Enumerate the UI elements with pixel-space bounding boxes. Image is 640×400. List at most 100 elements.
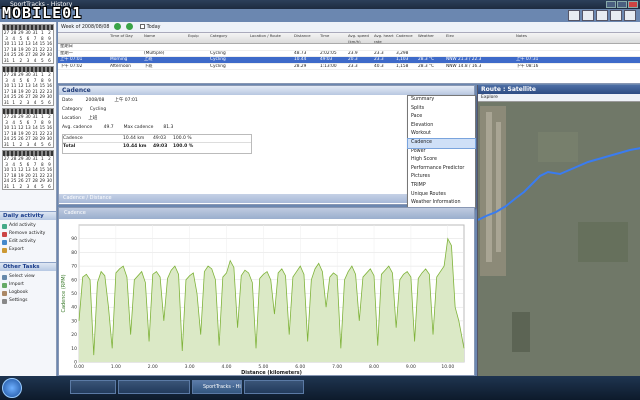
chart-view-icon[interactable] [596, 10, 608, 21]
table-cell [108, 51, 142, 57]
calendar-day[interactable]: 1 [10, 58, 17, 64]
calendar-day[interactable]: 5 [39, 142, 46, 148]
calendar-day[interactable]: 2 [17, 100, 24, 106]
settings-link[interactable]: Settings [2, 297, 56, 305]
calendar-day[interactable]: 1 [10, 184, 17, 190]
calendar-day[interactable]: 4 [32, 100, 39, 106]
calendar-day[interactable]: 3 [24, 100, 31, 106]
menu-item-unique-routes[interactable]: Unique Routes [408, 191, 475, 200]
calendar-day[interactable]: 6 [46, 100, 53, 106]
calendar-day[interactable]: 4 [32, 58, 39, 64]
maximize-button[interactable] [617, 1, 627, 8]
calendar-day[interactable]: 4 [32, 184, 39, 190]
calendar-day[interactable]: 5 [39, 184, 46, 190]
taskbar-item[interactable] [118, 380, 190, 394]
calendar-day[interactable]: 5 [39, 100, 46, 106]
menu-item-elevation[interactable]: Elevation [408, 122, 475, 131]
table-cell: 40.3 [374, 63, 384, 69]
calendar-day[interactable]: 31 [3, 142, 10, 148]
calendar-grid[interactable]: 27 28 29 30 31 1 2 3 4 5 6 7 8 9 10 11 12 13 14 15 16 17 18 19 2… [3, 72, 53, 105]
column-header[interactable]: Cadence [394, 33, 416, 43]
options-icon[interactable] [624, 10, 636, 21]
menu-item-power[interactable]: Power [408, 148, 475, 157]
calendar-month-4[interactable]: 27 28 29 30 31 1 2 3 4 5 6 7 8 9 10 11 12 13 14 15 16 17 18 19 2… [2, 150, 54, 190]
calendar-day[interactable]: 2 [17, 184, 24, 190]
calendar-grid[interactable]: 27 28 29 30 31 1 2 3 4 5 6 7 8 9 10 11 12 13 14 15 16 17 18 19 2… [3, 156, 53, 189]
logbook-link[interactable]: Logbook [2, 289, 56, 297]
menu-item-splits[interactable]: Splits [408, 105, 475, 114]
route-pane: Route : Satellite Explore [477, 85, 640, 376]
menu-item-high-score[interactable]: High Score [408, 156, 475, 165]
calendar-grid[interactable]: 27 28 29 30 31 1 2 3 4 5 6 7 8 9 10 11 12 13 14 15 16 17 18 19 2… [3, 30, 53, 63]
edit-activity-link[interactable]: Edit activity [2, 238, 56, 246]
export-link[interactable]: Export [2, 246, 56, 254]
menu-item-summary[interactable]: Summary [408, 96, 475, 105]
map-view-icon[interactable] [610, 10, 622, 21]
menu-item-performance-predictor[interactable]: Performance Predictor [408, 165, 475, 174]
column-header[interactable]: Category [208, 33, 248, 43]
column-header[interactable]: Notes [514, 33, 574, 43]
calendar-day[interactable]: 1 [10, 142, 17, 148]
table-cell: 星期一 [60, 50, 73, 56]
calendar-grid[interactable]: 27 28 29 30 31 1 2 3 4 5 6 7 8 9 10 11 12 13 14 15 16 17 18 19 2… [3, 114, 53, 147]
today-checkbox[interactable] [140, 24, 146, 29]
column-header[interactable]: Time of Day [108, 33, 142, 43]
add-activity-link[interactable]: Add activity [2, 222, 56, 230]
calendar-day[interactable]: 2 [17, 142, 24, 148]
explore-dropdown[interactable]: Explore [481, 95, 498, 100]
column-header[interactable]: Distance [292, 33, 318, 43]
calendar-day[interactable]: 31 [3, 100, 10, 106]
menu-item-pace[interactable]: Pace [408, 113, 475, 122]
menu-item-trimp[interactable]: TRIMP [408, 182, 475, 191]
calendar-month-1[interactable]: 27 28 29 30 31 1 2 3 4 5 6 7 8 9 10 11 12 13 14 15 16 17 18 19 2… [2, 24, 54, 64]
calendar-day[interactable]: 6 [46, 184, 53, 190]
satellite-map[interactable] [478, 102, 640, 376]
column-header[interactable]: Location / Route [248, 33, 292, 43]
import-link[interactable]: Import [2, 281, 56, 289]
taskbar-item[interactable] [70, 380, 116, 394]
column-header[interactable]: Avg. heart rate [372, 33, 394, 43]
calendar-month-3[interactable]: 27 28 29 30 31 1 2 3 4 5 6 7 8 9 10 11 12 13 14 15 16 17 18 19 2… [2, 108, 54, 148]
column-header[interactable]: Elev [444, 33, 514, 43]
table-cell [248, 64, 292, 70]
calendar-day[interactable]: 31 [3, 184, 10, 190]
column-header[interactable]: Name [142, 33, 186, 43]
remove-activity-link[interactable]: Remove activity [2, 230, 56, 238]
table-cell: 3,298 [396, 50, 409, 56]
minimize-button[interactable] [606, 1, 616, 8]
menu-item-cadence[interactable]: Cadence [407, 138, 476, 149]
column-header[interactable]: Time [318, 33, 346, 43]
column-header[interactable]: Weather [416, 33, 444, 43]
calendar-view-icon[interactable] [568, 10, 580, 21]
calendar-day[interactable]: 31 [3, 58, 10, 64]
list-view-icon[interactable] [582, 10, 594, 21]
select-view-link[interactable]: Select view [2, 273, 56, 281]
close-button[interactable] [628, 1, 638, 8]
calendar-day[interactable]: 2 [17, 58, 24, 64]
calendar-day[interactable]: 3 [24, 58, 31, 64]
calendar-day[interactable]: 6 [46, 142, 53, 148]
table-cell: 28.29 [294, 63, 307, 69]
menu-item-workout[interactable]: Workout [408, 130, 475, 139]
calendar-day[interactable]: 6 [46, 58, 53, 64]
table-row[interactable]: 下午 07:02 Afternoon 下班 Cycling 28.29 1:13:00 23… [58, 63, 640, 70]
next-week-icon[interactable] [125, 23, 133, 30]
taskbar-item[interactable] [244, 380, 304, 394]
calendar-day[interactable]: 3 [24, 184, 31, 190]
window-title-bar: SportTracks - History [0, 0, 640, 9]
taskbar-item-sporttracks[interactable]: SportTracks - History [192, 380, 242, 394]
calendar-day[interactable]: 4 [32, 142, 39, 148]
calendar-day[interactable]: 3 [24, 142, 31, 148]
calendar-day[interactable]: 1 [10, 100, 17, 106]
column-header[interactable] [58, 33, 108, 43]
column-header[interactable]: Equip [186, 33, 208, 43]
calendar-day[interactable]: 5 [39, 58, 46, 64]
cadence-chart-panel: Cadence 0 10 20 30 40 50 60 70 80 90 0.00 1.00 2.00 3… [58, 207, 475, 376]
prev-week-icon[interactable] [114, 23, 121, 30]
daily-activity-list: Add activity Remove activity Edit activi… [2, 222, 56, 254]
calendar-month-2[interactable]: 27 28 29 30 31 1 2 3 4 5 6 7 8 9 10 11 12 13 14 15 16 17 18 19 2… [2, 66, 54, 106]
menu-item-pictures[interactable]: Pictures [408, 173, 475, 182]
daily-activity-title: Daily activity [0, 211, 56, 220]
start-button[interactable] [2, 378, 22, 398]
column-header[interactable]: Avg. speed (km/h) [346, 33, 372, 43]
